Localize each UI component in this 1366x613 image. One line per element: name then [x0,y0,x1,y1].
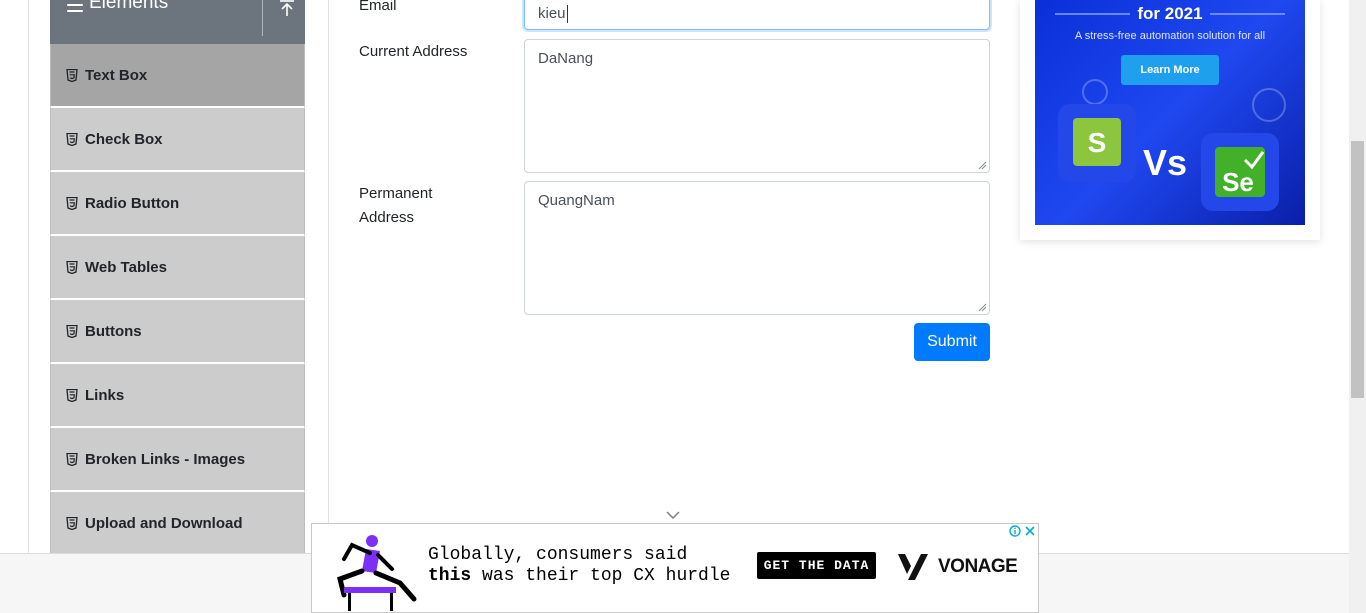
html5-icon [66,324,78,338]
sidebar: Elements Text Box Check Box Radio Button We… [50,0,305,556]
ad-headline-text: Globally, consumers said this was their … [428,545,730,587]
email-label: Email [359,0,397,14]
permanent-address-textarea[interactable]: QuangNam [524,181,990,315]
html5-icon [66,260,78,274]
sidebar-item-buttons[interactable]: Buttons [50,300,305,364]
sidebar-item-links[interactable]: Links [50,364,305,428]
adchoices[interactable] [1009,525,1036,537]
content-divider [328,0,329,553]
hamburger-icon [67,0,83,12]
html5-icon [66,516,78,530]
hurdle-runner-icon [337,535,417,611]
sidebar-item-label: Web Tables [85,258,167,276]
se-logo-text: Se [1222,167,1254,197]
info-icon[interactable] [1009,525,1021,537]
current-address-label: Current Address [359,43,468,60]
ad-line-1: Globally, consumers said [428,545,688,565]
current-address-textarea[interactable]: DaNang [524,39,990,173]
collapse-up-icon[interactable] [279,0,295,18]
text-caret [566,5,568,24]
close-icon[interactable] [1024,525,1036,537]
elements-group-header[interactable]: Elements [50,0,305,44]
vs-text: Vs [1143,142,1187,183]
vonage-v-icon [898,554,928,580]
bottom-advertisement[interactable]: Globally, consumers said this was their … [311,523,1039,613]
permanent-address-label-line2: Address [359,209,415,226]
html5-icon [66,196,78,210]
s-logo-text: S [1088,127,1107,158]
submit-button[interactable]: Submit [914,323,990,361]
vonage-brand-name: VONAGE [938,556,1018,577]
sidebar-item-text-box[interactable]: Text Box [50,44,305,108]
side-ad-banner[interactable]: for 2021 A stress-free automation soluti… [1035,0,1305,225]
email-input[interactable]: kieu [524,0,990,30]
resize-handle-icon[interactable] [978,303,987,312]
html5-icon [66,388,78,402]
sidebar-item-label: Links [85,386,125,404]
scrollbar-thumb[interactable] [1351,141,1364,398]
sidebar-item-label: Upload and Download [85,514,243,532]
vonage-logo[interactable]: VONAGE [898,554,1018,580]
sidebar-item-label: Broken Links - Images [85,450,246,468]
sidebar-item-label: Check Box [85,130,163,148]
sidebar-item-web-tables[interactable]: Web Tables [50,236,305,300]
side-advertisement[interactable]: for 2021 A stress-free automation soluti… [1020,0,1320,240]
permanent-address-value: QuangNam [538,192,615,209]
sidebar-item-label: Text Box [85,66,148,84]
html5-icon [66,132,78,146]
sidebar-item-label: Radio Button [85,194,180,212]
ad-line-2-rest: was their top CX hurdle [471,566,731,586]
chevron-down-icon[interactable] [666,510,680,520]
get-the-data-button[interactable]: GET THE DATA [757,552,876,579]
html5-icon [66,452,78,466]
sidebar-item-check-box[interactable]: Check Box [50,108,305,172]
permanent-address-label-line1: Permanent [359,185,433,202]
header-divider [262,0,263,36]
sidebar-item-radio-button[interactable]: Radio Button [50,172,305,236]
sidebar-item-upload-and-download[interactable]: Upload and Download [50,492,305,556]
email-value: kieu [538,5,566,22]
current-address-value: DaNang [538,50,594,67]
html5-icon [66,68,78,82]
resize-handle-icon[interactable] [978,161,987,170]
ad-line-2-bold: this [428,566,472,586]
sidebar-item-label: Buttons [85,322,142,340]
sidebar-item-broken-links-images[interactable]: Broken Links - Images [50,428,305,492]
page-border-left [28,0,29,553]
vertical-scrollbar[interactable] [1349,0,1366,613]
ad-logos-graphic: S Vs Se [1058,79,1286,211]
group-title: Elements [89,0,169,13]
